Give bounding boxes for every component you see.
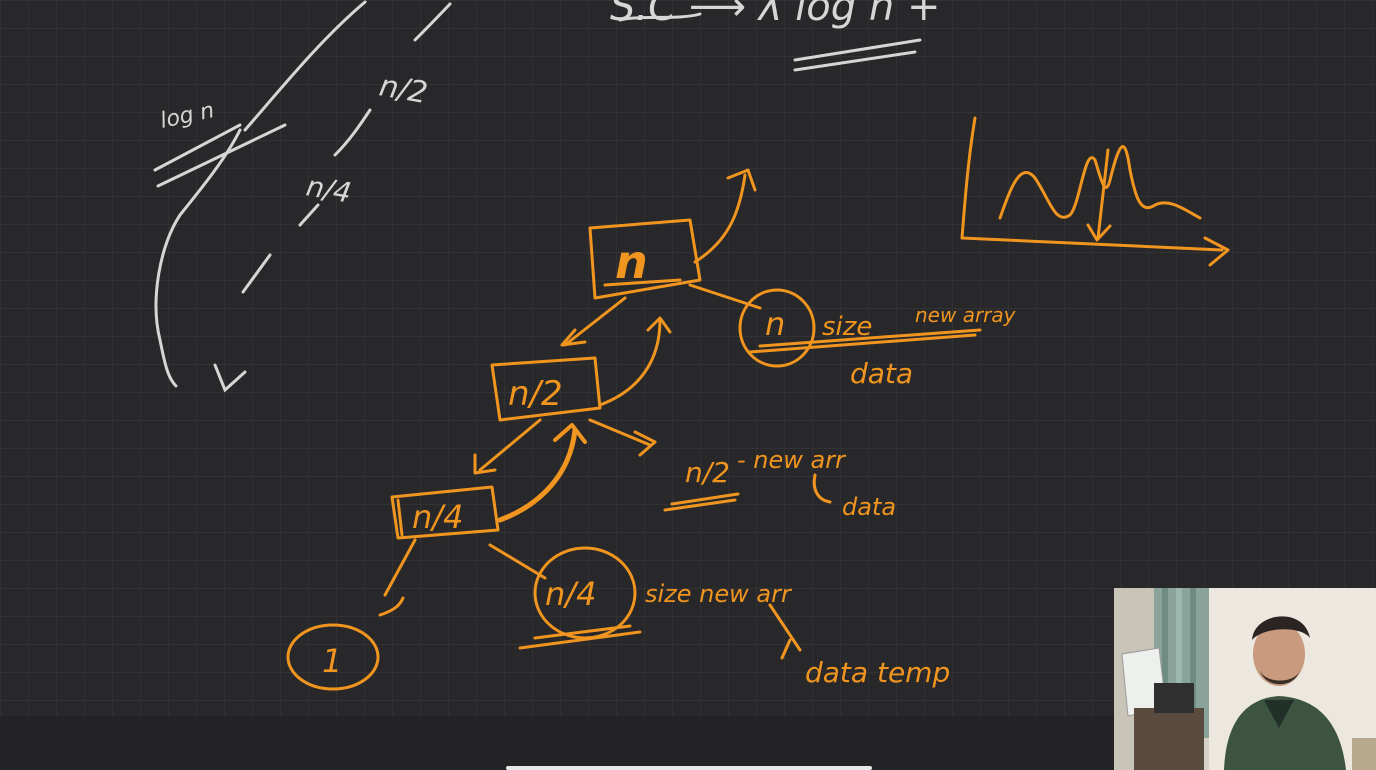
top-formula-text: S.C ⟶ λ log n + bbox=[610, 0, 940, 30]
low-note-branch-1 bbox=[768, 603, 802, 652]
root-node-label: n bbox=[615, 235, 648, 289]
white-diagonal-3 bbox=[333, 108, 372, 157]
chair bbox=[1352, 738, 1376, 770]
mid-node-label: n/2 bbox=[508, 374, 563, 414]
white-ink-text: S.C ⟶ λ log n + log n n/2 n/4 bbox=[158, 0, 940, 210]
white-dash-2 bbox=[241, 253, 272, 294]
root-arrow-up bbox=[693, 173, 747, 264]
desk bbox=[1134, 708, 1204, 770]
white-half-label: n/2 bbox=[377, 68, 431, 111]
mid-arrow-right bbox=[588, 418, 652, 447]
white-one-mark bbox=[213, 363, 247, 393]
equipment bbox=[1154, 683, 1194, 713]
white-quarter-label: n/4 bbox=[304, 169, 354, 209]
low-note-branch-2 bbox=[780, 638, 792, 660]
low-note-size-new-arr: size new arr bbox=[645, 580, 793, 608]
mid-note-new-arr: - new arr bbox=[737, 446, 847, 474]
white-top-underline-1 bbox=[793, 38, 922, 62]
white-dash-1 bbox=[298, 203, 320, 227]
mid-to-root-return bbox=[598, 318, 662, 407]
low-to-mid-return-head bbox=[553, 423, 587, 444]
leaf-hook bbox=[378, 596, 405, 617]
low-side-underline-1 bbox=[518, 630, 642, 650]
low-side-value: n/4 bbox=[545, 575, 596, 613]
presenter-video bbox=[1114, 588, 1376, 770]
white-diagonal-1 bbox=[243, 0, 367, 132]
low-box-inner bbox=[396, 498, 404, 537]
graph-axis-head bbox=[1203, 236, 1230, 267]
white-diagonal-2 bbox=[413, 2, 452, 42]
low-to-side bbox=[488, 543, 547, 580]
root-side-new-array: new array bbox=[915, 303, 1017, 327]
mid-note-branch bbox=[812, 473, 832, 504]
mid-note-value: n/2 bbox=[685, 456, 730, 489]
mid-to-low bbox=[478, 418, 542, 472]
presenter-scene bbox=[1114, 588, 1376, 770]
horizontal-scrollbar[interactable] bbox=[506, 766, 872, 770]
root-side-size: size bbox=[822, 312, 872, 342]
mid-note-data: data bbox=[842, 493, 896, 521]
leaf-node-label: 1 bbox=[322, 642, 342, 680]
low-note-data: data temp bbox=[805, 656, 950, 689]
root-side-data: data bbox=[850, 357, 913, 390]
white-log-label: log n bbox=[158, 98, 216, 134]
root-side-value: n bbox=[765, 305, 785, 343]
orange-ink-text: n n/2 n/4 1 n size new array data n/2 - … bbox=[322, 235, 1017, 689]
low-to-leaf bbox=[383, 538, 417, 597]
low-node-label: n/4 bbox=[412, 498, 463, 536]
white-top-underline-2 bbox=[793, 50, 917, 72]
graph-pointer bbox=[1096, 148, 1110, 240]
root-to-mid bbox=[563, 296, 627, 347]
mid-note-underline-1 bbox=[663, 498, 737, 512]
white-ink-strokes bbox=[153, 0, 922, 393]
